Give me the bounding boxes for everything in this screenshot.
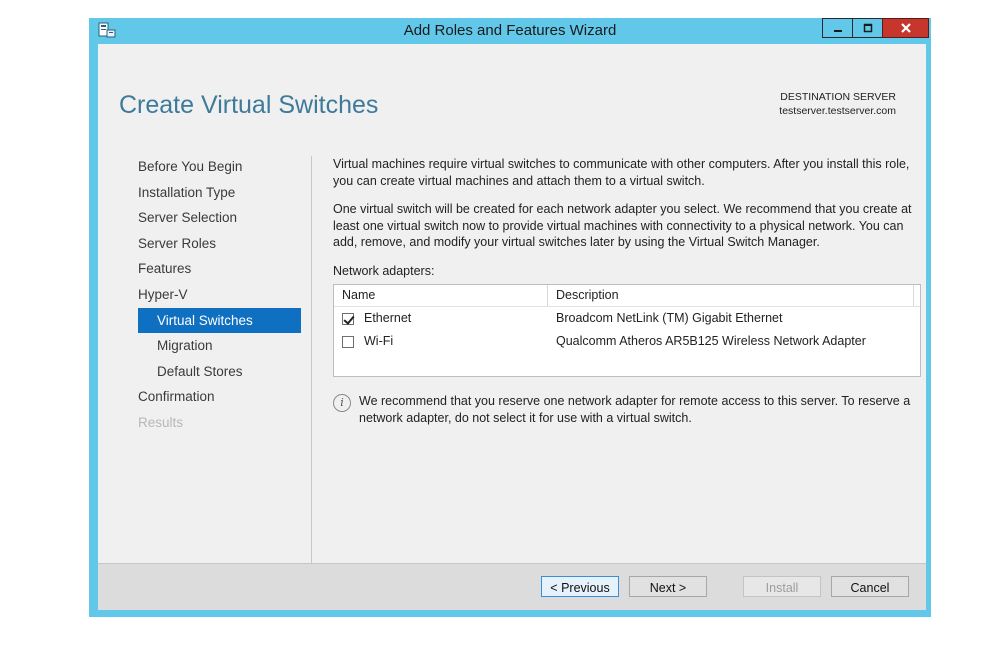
column-header-description[interactable]: Description [548,285,914,306]
previous-button[interactable]: < Previous [541,576,619,597]
install-button: Install [743,576,821,597]
close-icon [900,23,911,33]
column-header-name[interactable]: Name [334,285,548,306]
window-title: Add Roles and Features Wizard [403,22,617,39]
recommendation-paragraph: One virtual switch will be created for e… [333,202,912,249]
info-icon: i [333,394,351,412]
destination-server-name: testserver.testserver.com [779,105,896,117]
wizard-window: Add Roles and Features Wizard Create Vir… [89,18,931,617]
nav-item-features[interactable]: Features [138,256,301,282]
nav-item-virtual-switches[interactable]: Virtual Switches [138,307,301,334]
nav-item-server-roles[interactable]: Server Roles [138,231,301,257]
adapter-description: Qualcomm Atheros AR5B125 Wireless Networ… [556,334,866,348]
adapter-row-ethernet[interactable]: Ethernet Broadcom NetLink (TM) Gigabit E… [334,307,920,330]
minimize-icon [833,30,842,32]
nav-item-confirmation[interactable]: Confirmation [138,384,301,410]
minimize-button[interactable] [822,18,853,38]
network-adapters-label: Network adapters: [333,263,435,278]
maximize-button[interactable] [852,18,883,38]
adapter-row-wifi[interactable]: Wi-Fi Qualcomm Atheros AR5B125 Wireless … [334,330,920,353]
adapter-name: Wi-Fi [364,334,394,348]
destination-label: DESTINATION SERVER [780,91,896,103]
nav-item-results: Results [138,414,184,430]
window-controls [822,18,929,40]
info-text: We recommend that you reserve one networ… [359,394,911,425]
destination-server-info: DESTINATION SERVER testserver.testserver… [779,90,896,118]
nav-item-hyper-v[interactable]: Hyper-V [138,282,301,308]
list-header: Name Description [334,285,920,307]
info-message: i We recommend that you reserve one netw… [333,393,923,426]
page-content: Virtual machines require virtual switche… [333,156,923,426]
title-bar[interactable]: Add Roles and Features Wizard [89,18,931,44]
nav-item-migration[interactable]: Migration [138,333,301,359]
nav-item-default-stores[interactable]: Default Stores [138,359,301,385]
nav-divider [311,156,312,570]
wizard-nav: Before You Begin Installation Type Serve… [138,154,301,436]
network-adapters-list[interactable]: Name Description Ethernet Broadcom NetLi… [333,284,921,377]
nav-item-before-you-begin[interactable]: Before You Begin [138,154,301,180]
maximize-icon [863,23,872,33]
adapter-description: Broadcom NetLink (TM) Gigabit Ethernet [556,311,783,325]
page-title: Create Virtual Switches [119,91,379,119]
ethernet-checkbox[interactable] [342,312,354,325]
wizard-footer: < Previous Next > Install Cancel [98,563,926,610]
next-button[interactable]: Next > [629,576,707,597]
nav-item-installation-type[interactable]: Installation Type [138,180,301,206]
intro-paragraph: Virtual machines require virtual switche… [333,157,910,188]
cancel-button[interactable]: Cancel [831,576,909,597]
nav-item-server-selection[interactable]: Server Selection [138,205,301,231]
close-button[interactable] [882,18,929,38]
wizard-client-area: Create Virtual Switches DESTINATION SERV… [98,44,926,610]
wifi-checkbox[interactable] [342,335,354,348]
adapter-name: Ethernet [364,311,412,325]
